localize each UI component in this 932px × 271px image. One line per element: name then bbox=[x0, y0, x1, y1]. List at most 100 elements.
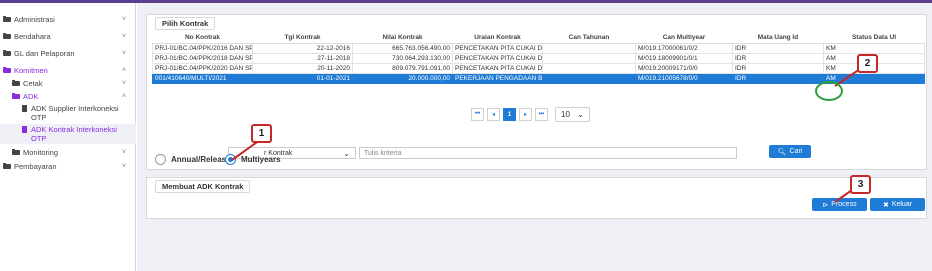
folder-icon bbox=[12, 93, 20, 99]
current-page[interactable]: 1 bbox=[503, 108, 516, 121]
cell-status: KM bbox=[823, 42, 925, 54]
sidebar-item-monitoring[interactable]: Monitoring ˅ bbox=[0, 146, 136, 159]
callout-2: 2 bbox=[857, 54, 878, 73]
cell-can-multiyear: M/019.18009901/0/1 bbox=[635, 52, 733, 64]
column-header: Can Multiyear bbox=[635, 32, 733, 44]
cell-uraian-kontrak: PENCETAKAN PITA CUKAI DESAIN bbox=[452, 52, 543, 64]
cell-nilai-kontrak: 730.064.293.130,00 bbox=[352, 52, 453, 64]
chevron-down-icon: ˅ bbox=[121, 80, 126, 87]
chevron-down-icon: ˅ bbox=[121, 163, 126, 170]
column-header: No Kontrak bbox=[152, 32, 253, 44]
column-header: Mata Uang Id bbox=[732, 32, 824, 44]
panel-title: Membuat ADK Kontrak bbox=[155, 180, 251, 193]
chevron-down-icon: ˅ bbox=[121, 50, 126, 57]
cell-tgl-kontrak: 22-12-2016 bbox=[252, 42, 353, 54]
sidebar-item-pembayaran[interactable]: Pembayaran ˅ bbox=[0, 160, 136, 173]
membuat-adk-kontrak-panel: Membuat ADK Kontrak ⊳ Process ✖ Keluar bbox=[146, 177, 927, 219]
folder-icon bbox=[3, 16, 11, 22]
chevron-down-icon: ˅ bbox=[121, 33, 126, 40]
cari-button[interactable]: 🔍︎ Cari bbox=[769, 145, 811, 158]
close-icon: ✖ bbox=[882, 201, 889, 209]
pilih-kontrak-panel: Pilih Kontrak No Kontrak Tgl Kontrak Nil… bbox=[146, 14, 927, 170]
chevron-down-icon: ˅ bbox=[121, 16, 126, 23]
cell-nilai-kontrak: 20.000.000,00 bbox=[352, 72, 453, 84]
chevron-down-icon: ⌄ bbox=[577, 110, 584, 119]
next-page-icon[interactable]: ▸ bbox=[519, 108, 532, 121]
folder-icon bbox=[3, 163, 11, 169]
cell-tgl-kontrak: 27-11-2018 bbox=[252, 52, 353, 64]
panel-title: Pilih Kontrak bbox=[155, 17, 216, 30]
radio-annual-release[interactable]: Annual/Release bbox=[155, 154, 231, 165]
sidebar-item-adk[interactable]: ADK ˄ bbox=[0, 90, 136, 103]
cell-can-multiyear: M/019.17000061/0/2 bbox=[635, 42, 733, 54]
callout-3: 3 bbox=[850, 175, 871, 194]
sidebar-item-cetak[interactable]: Cetak ˅ bbox=[0, 77, 136, 90]
cell-can-multiyear: M/019.21005678/0/0 bbox=[635, 72, 733, 84]
page-size-value: 10 bbox=[561, 110, 570, 119]
radio-multiyears[interactable]: Multiyears bbox=[225, 154, 281, 165]
cell-no-kontrak: PRJ-01/BC.04/PPK/2020 DAN SP- bbox=[152, 62, 253, 74]
sidebar-item-label: Cetak bbox=[23, 79, 43, 88]
cell-tgl-kontrak: 01-01-2021 bbox=[252, 72, 353, 84]
cell-mata-uang: IDR bbox=[732, 62, 824, 74]
pagination: ⏮ ◂ 1 ▸ ⏭ 10 ⌄ bbox=[471, 107, 590, 122]
sidebar-item-komitmen[interactable]: Komitmen ˄ bbox=[0, 64, 136, 77]
file-icon bbox=[22, 105, 27, 112]
radio-circle-checked bbox=[225, 154, 236, 165]
table-row[interactable]: PRJ-01/BC.04/PPK/2016 DAN SP- 22-12-2016… bbox=[152, 42, 925, 54]
callout-1: 1 bbox=[251, 124, 272, 143]
cell-can-tahunan bbox=[542, 42, 636, 54]
column-header: Status Data UI bbox=[823, 32, 925, 44]
sidebar-item-label: Komitmen bbox=[14, 66, 48, 75]
cell-nilai-kontrak: 665.763.056.490,00 bbox=[352, 42, 453, 54]
sidebar-item-adk-kontrak[interactable]: ADK Kontrak Interkoneksi OTP bbox=[0, 124, 136, 144]
keluar-button-label: Keluar bbox=[891, 201, 913, 208]
cell-status: AM bbox=[823, 72, 925, 84]
table-row[interactable]: PRJ-01/BC.04/PPK/2020 DAN SP- 20-11-2020… bbox=[152, 62, 925, 74]
process-button-label: Process bbox=[831, 201, 857, 208]
folder-icon bbox=[12, 80, 20, 86]
sidebar: Administrasi ˅ Bendahara ˅ GL dan Pelapo… bbox=[0, 3, 136, 271]
cell-can-multiyear: M/019.20009171/0/0 bbox=[635, 62, 733, 74]
sidebar-item-label: ADK Supplier Interkoneksi OTP bbox=[31, 104, 119, 122]
folder-icon bbox=[3, 67, 11, 73]
cell-uraian-kontrak: PENCETAKAN PITA CUKAI DESAIN bbox=[452, 42, 543, 54]
process-button[interactable]: ⊳ Process bbox=[812, 198, 867, 211]
last-page-icon[interactable]: ⏭ bbox=[535, 108, 548, 121]
keluar-button[interactable]: ✖ Keluar bbox=[870, 198, 925, 211]
table-row[interactable]: PRJ-01/BC.04/PPK/2018 DAN SP- 27-11-2018… bbox=[152, 52, 925, 64]
chevron-down-icon: ˅ bbox=[121, 149, 126, 156]
sidebar-item-label: Bendahara bbox=[14, 32, 51, 41]
cell-no-kontrak: 001/410640/MULTI/2021 bbox=[152, 72, 253, 84]
column-header: Nilai Kontrak bbox=[352, 32, 453, 44]
process-icon: ⊳ bbox=[822, 201, 829, 209]
page-size-select[interactable]: 10 ⌄ bbox=[555, 107, 590, 122]
cell-uraian-kontrak: PEKERJAAN PENGADAAN BARANG bbox=[452, 72, 543, 84]
cell-mata-uang: IDR bbox=[732, 52, 824, 64]
sidebar-item-label: ADK Kontrak Interkoneksi OTP bbox=[31, 125, 117, 143]
sidebar-item-bendahara[interactable]: Bendahara ˅ bbox=[0, 30, 136, 43]
kontrak-table: No Kontrak Tgl Kontrak Nilai Kontrak Ura… bbox=[152, 32, 925, 84]
table-row-selected[interactable]: 001/410640/MULTI/2021 01-01-2021 20.000.… bbox=[152, 72, 925, 84]
chevron-up-icon: ˄ bbox=[121, 93, 126, 100]
prev-page-icon[interactable]: ◂ bbox=[487, 108, 500, 121]
folder-icon bbox=[3, 33, 11, 39]
cell-nilai-kontrak: 809.079.791.091,00 bbox=[352, 62, 453, 74]
sidebar-item-administrasi[interactable]: Administrasi ˅ bbox=[0, 13, 136, 26]
cari-button-label: Cari bbox=[789, 148, 803, 155]
cell-uraian-kontrak: PENCETAKAN PITA CUKAI DESAIN bbox=[452, 62, 543, 74]
cell-mata-uang: IDR bbox=[732, 72, 824, 84]
cell-no-kontrak: PRJ-01/BC.04/PPK/2016 DAN SP- bbox=[152, 42, 253, 54]
cell-no-kontrak: PRJ-01/BC.04/PPK/2018 DAN SP- bbox=[152, 52, 253, 64]
first-page-icon[interactable]: ⏮ bbox=[471, 108, 484, 121]
radio-label: Multiyears bbox=[241, 155, 281, 164]
column-header: Uraian Kontrak bbox=[452, 32, 543, 44]
sidebar-item-gl-dan-pelaporan[interactable]: GL dan Pelaporan ˅ bbox=[0, 47, 136, 60]
sidebar-item-adk-supplier[interactable]: ADK Supplier Interkoneksi OTP bbox=[0, 103, 136, 123]
cell-can-tahunan bbox=[542, 62, 636, 74]
search-input[interactable]: Tulis kriteria bbox=[359, 147, 737, 159]
cell-tgl-kontrak: 20-11-2020 bbox=[252, 62, 353, 74]
sidebar-item-label: Pembayaran bbox=[14, 162, 57, 171]
file-icon bbox=[22, 126, 27, 133]
cell-can-tahunan bbox=[542, 52, 636, 64]
